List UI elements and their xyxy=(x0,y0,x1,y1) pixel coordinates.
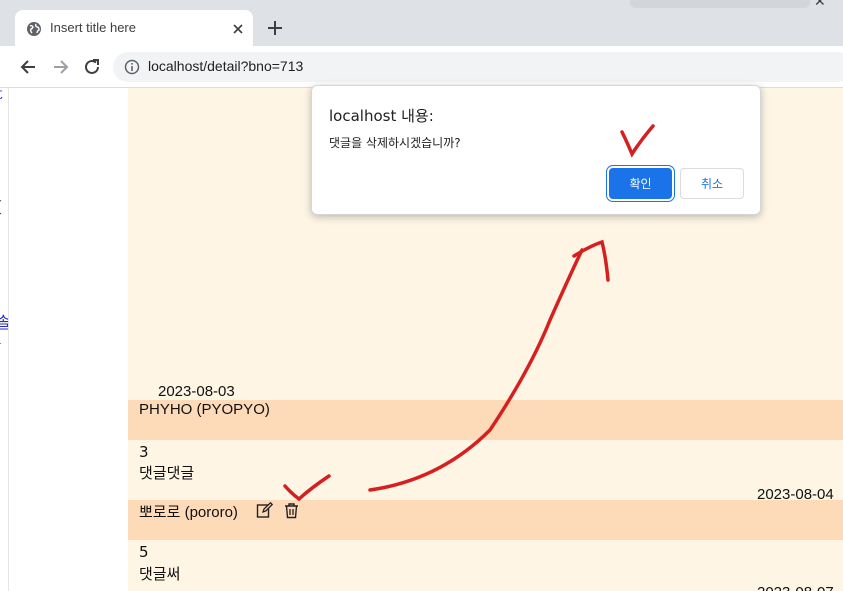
info-icon[interactable] xyxy=(124,59,140,75)
trash-icon[interactable] xyxy=(283,502,300,519)
confirm-cancel-button[interactable]: 취소 xyxy=(680,168,744,199)
left-edge-fragments: 가 t ( ; 솔 i xyxy=(0,88,8,591)
comment-number: 3 xyxy=(139,443,149,461)
comment-number: 5 xyxy=(139,543,149,561)
plus-icon[interactable] xyxy=(266,19,284,37)
comment-author-row: PHYHO (PYOPYO) xyxy=(128,400,843,440)
text-fragment: ( xyxy=(0,199,2,215)
url-text: localhost/detail?bno=713 xyxy=(148,58,304,74)
reload-icon[interactable] xyxy=(81,56,103,78)
comment-author: PHYHO (PYOPYO) xyxy=(139,401,270,418)
text-fragment: i xyxy=(0,331,1,347)
side-panel xyxy=(8,88,128,591)
partial-tab-fragment xyxy=(630,0,810,8)
dialog-message: 댓글을 삭제하시겠습니까? xyxy=(329,136,461,150)
browser-tab[interactable]: Insert title here xyxy=(15,10,253,46)
confirm-ok-button[interactable]: 확인 xyxy=(609,168,672,199)
back-arrow-icon[interactable] xyxy=(17,56,39,78)
tab-title: Insert title here xyxy=(50,20,136,35)
forward-arrow-icon[interactable] xyxy=(50,56,72,78)
globe-icon xyxy=(27,22,41,36)
browser-toolbar: localhost/detail?bno=713 xyxy=(0,46,843,88)
confirm-dialog: localhost 내용: 댓글을 삭제하시겠습니까? 확인 취소 xyxy=(311,85,761,215)
window-close-icon[interactable]: ✕ xyxy=(814,0,826,10)
dialog-title: localhost 내용: xyxy=(329,107,434,125)
edit-icon[interactable] xyxy=(256,502,273,519)
tab-strip: Insert title here ✕ xyxy=(0,0,843,46)
comment-content: 댓글댓글 xyxy=(139,464,195,482)
comment-author-row: 뽀로로 (pororo) xyxy=(128,500,843,540)
address-bar[interactable]: localhost/detail?bno=713 xyxy=(113,52,843,82)
close-icon[interactable] xyxy=(230,21,246,37)
text-fragment: t xyxy=(0,88,2,102)
text-fragment: ; xyxy=(0,216,1,232)
comment-content: 댓글써 xyxy=(139,565,181,583)
comment-date: 2023-08-03 xyxy=(158,383,235,400)
text-fragment: 솔 xyxy=(0,313,8,332)
comment-author: 뽀로로 (pororo) xyxy=(139,504,238,521)
comment-date: 2023-08-07 xyxy=(757,584,834,591)
